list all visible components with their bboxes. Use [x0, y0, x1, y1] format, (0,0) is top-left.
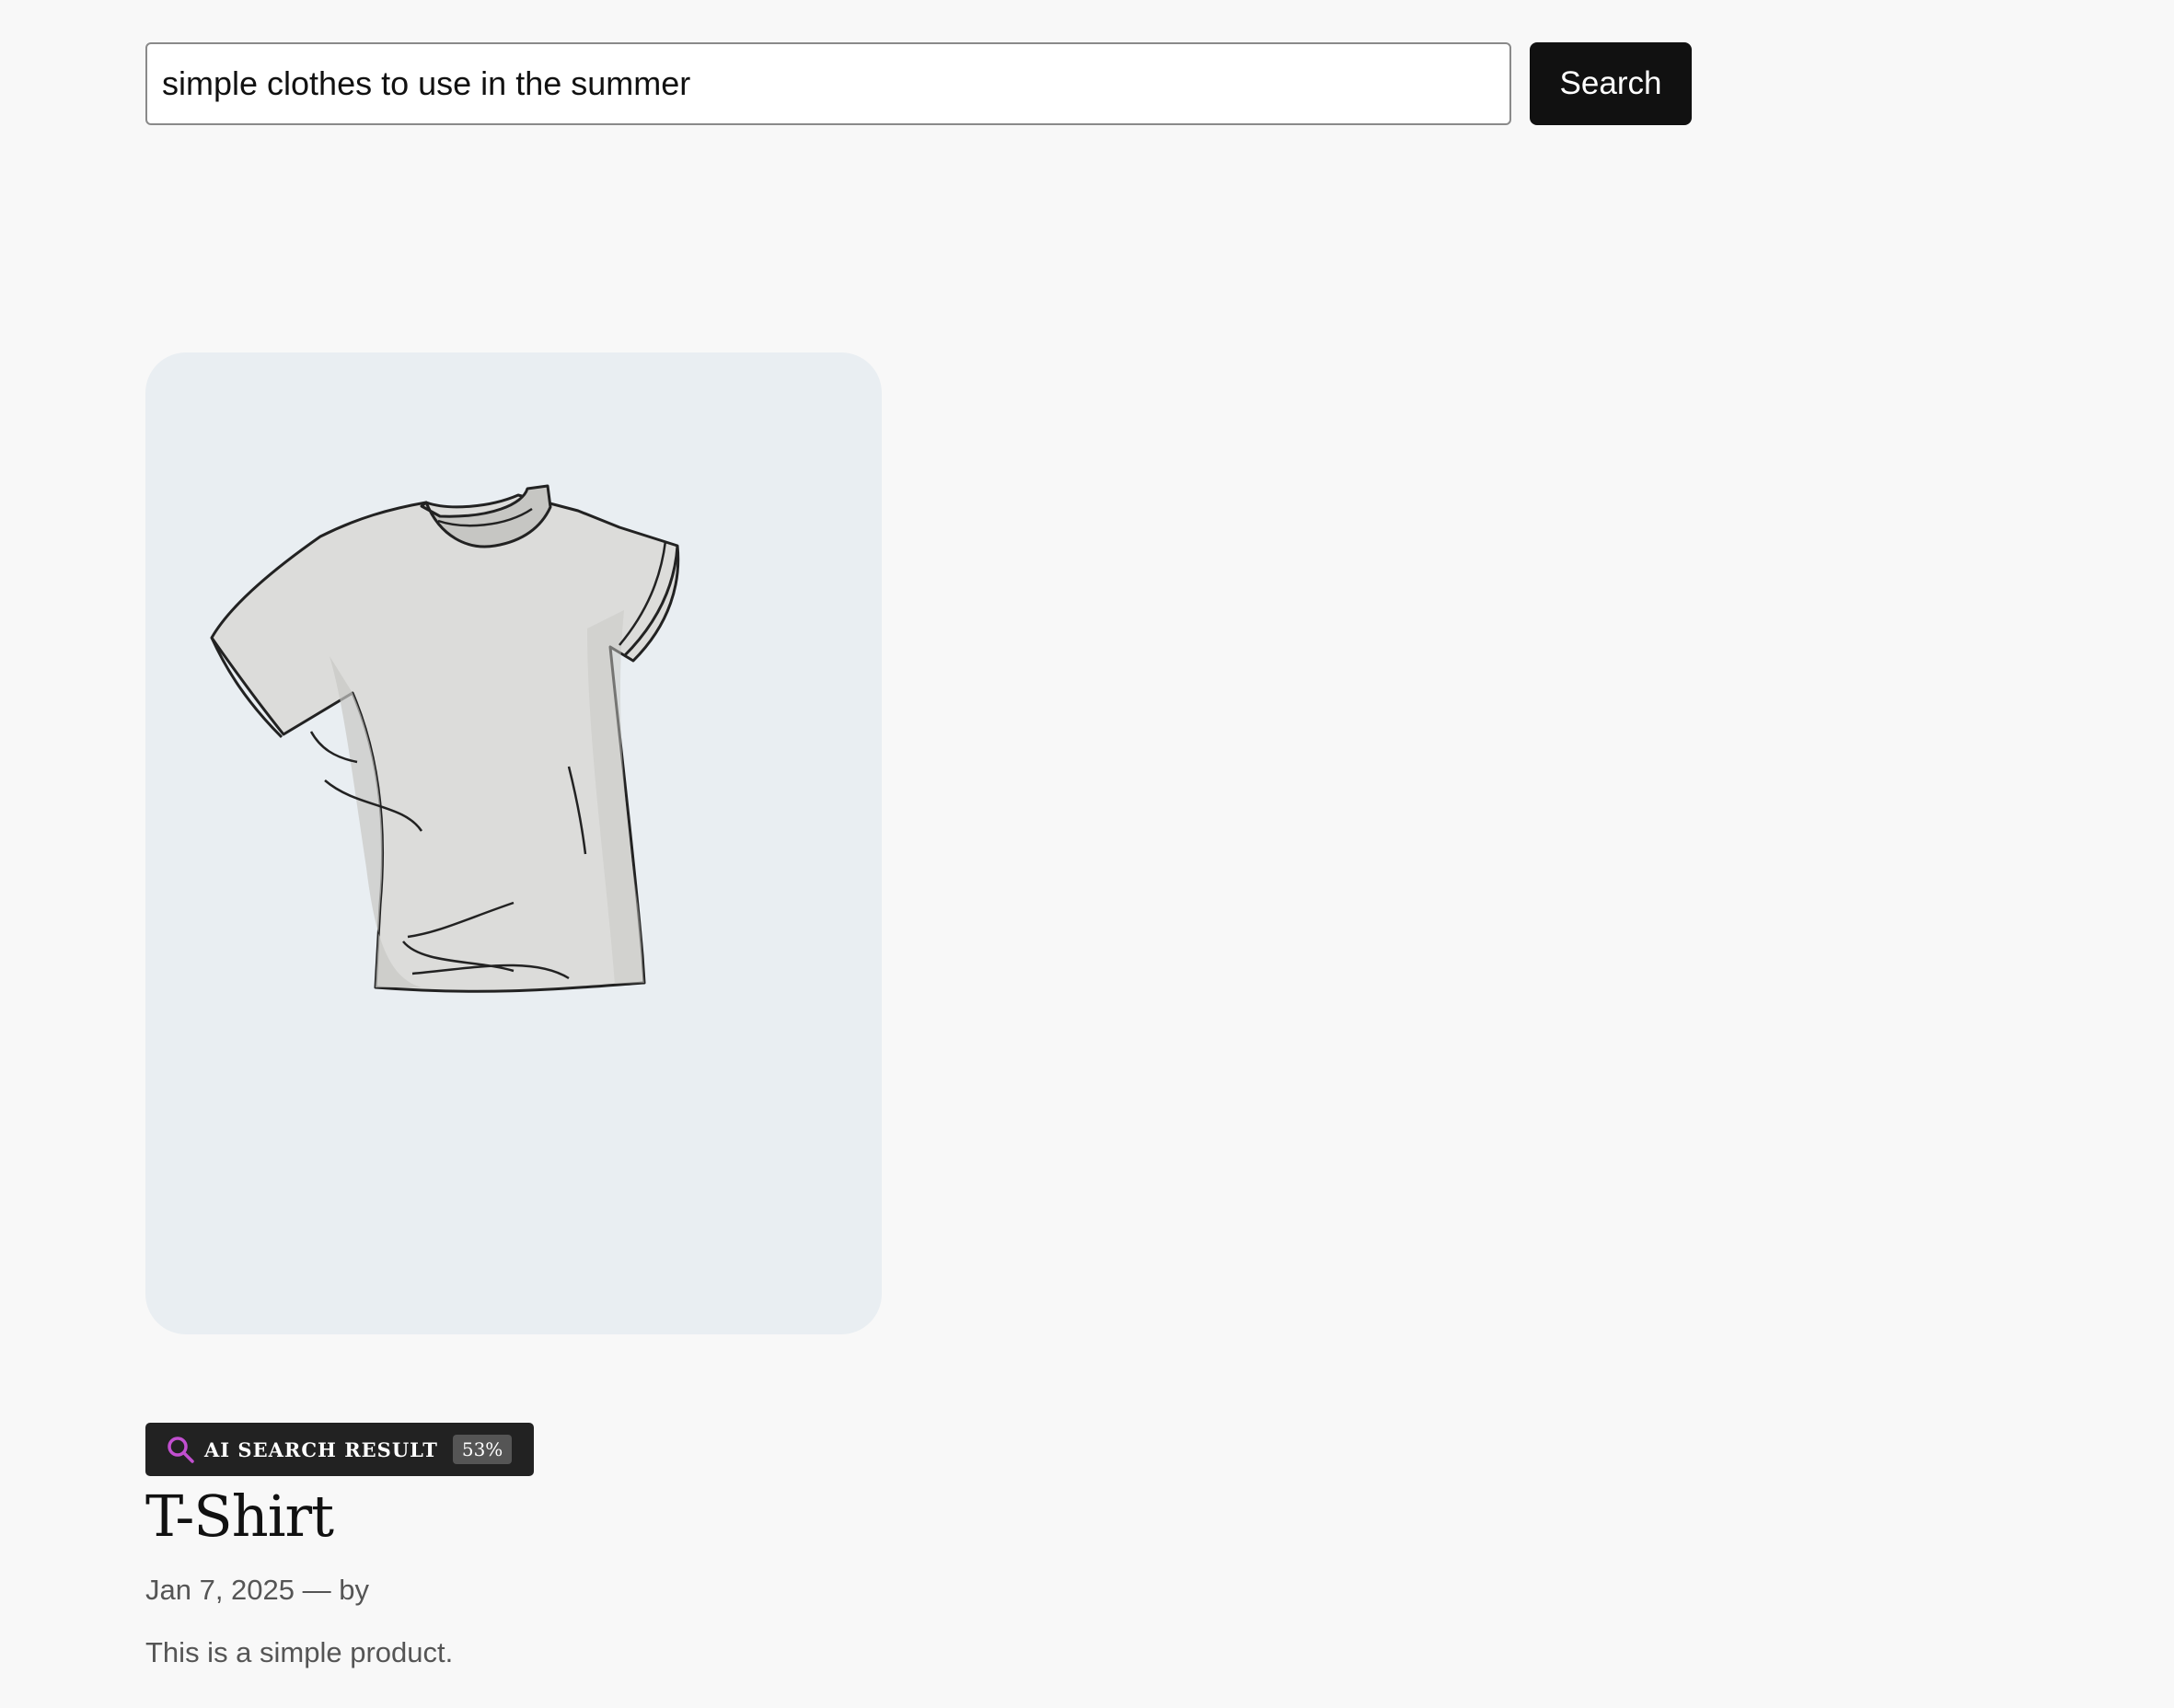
search-result-card[interactable]: AI SEARCH RESULT 53% T-Shirt: [145, 352, 882, 1550]
search-input[interactable]: [145, 42, 1511, 125]
product-date: Jan 7, 2025: [145, 1574, 295, 1606]
meta-separator: —: [302, 1574, 331, 1606]
product-image[interactable]: [145, 352, 882, 1334]
ai-search-result-badge: AI SEARCH RESULT 53%: [145, 1423, 535, 1476]
badge-score: 53%: [452, 1435, 513, 1464]
product-description: This is a simple product.: [145, 1636, 454, 1668]
search-bar: Search: [145, 42, 1692, 125]
search-icon: [168, 1437, 194, 1463]
t-shirt-illustration: [210, 484, 680, 993]
search-button[interactable]: Search: [1530, 42, 1692, 125]
badge-label: AI SEARCH RESULT: [204, 1437, 438, 1461]
product-title[interactable]: T-Shirt: [145, 1483, 334, 1551]
author-label: by: [339, 1574, 370, 1606]
product-meta: Jan 7, 2025 — by: [145, 1574, 369, 1607]
